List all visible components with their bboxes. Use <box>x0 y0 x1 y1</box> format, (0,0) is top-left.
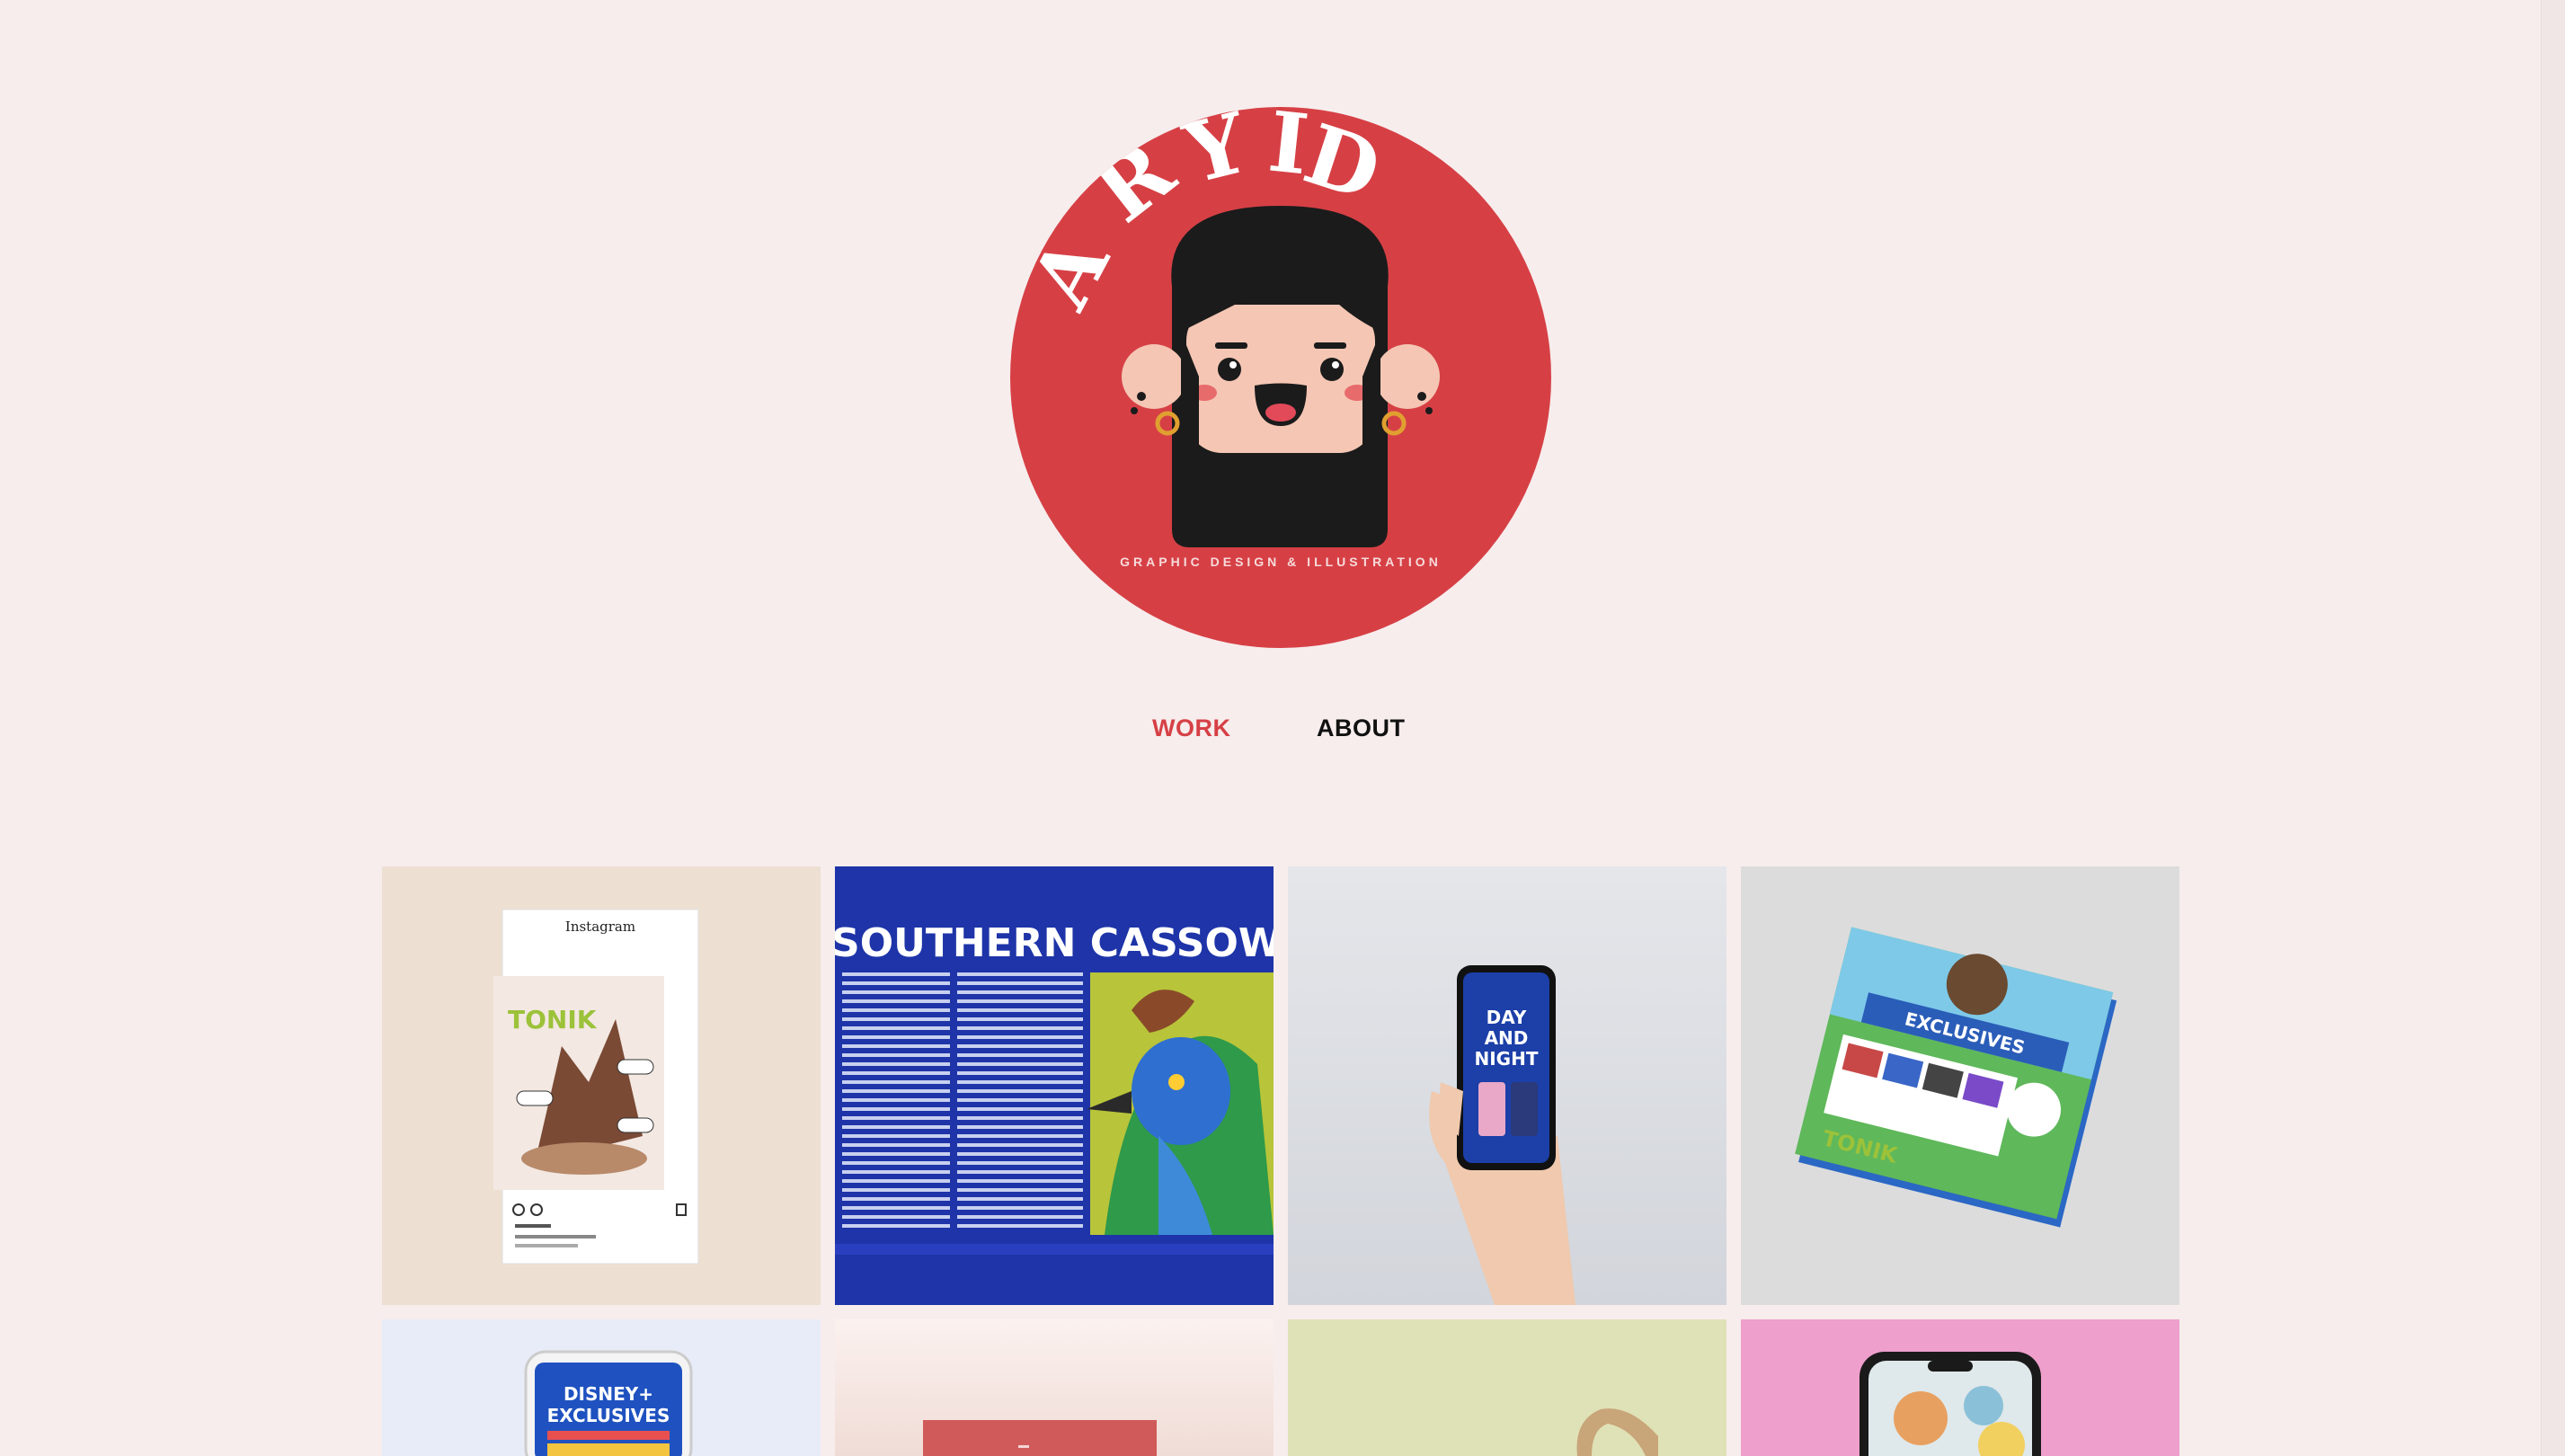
cassowary-spread-artwork: SOUTHERN CASSOWARY <box>835 866 1274 1305</box>
day-text: DAY <box>1487 1007 1527 1028</box>
disney-phone-artwork: DISNEY+ EXCLUSIVES <box>382 1319 821 1456</box>
svg-text:A: A <box>1012 219 1129 324</box>
green-object-artwork <box>1288 1319 1726 1456</box>
exclusives-flyer-artwork: EXCLUSIVES TONIK <box>1741 866 2179 1305</box>
gallery-tile-pink-phone[interactable] <box>1741 1319 2179 1456</box>
red-book-artwork <box>835 1319 1274 1456</box>
brand-logo[interactable]: A R Y I D GRAPHIC DESIGN & ILLUSTRATION <box>1010 107 1551 648</box>
main-nav: WORK ABOUT <box>0 715 2565 750</box>
pink-phone-artwork <box>1741 1319 2179 1456</box>
gallery-tile-tonik-instagram[interactable]: Instagram TONIK <box>382 866 821 1305</box>
night-text: NIGHT <box>1475 1048 1539 1070</box>
tonik-brand-text: TONIK <box>508 1005 598 1034</box>
tonik-instagram-artwork: Instagram TONIK <box>382 866 821 1305</box>
gallery-tile-southern-cassowary[interactable]: SOUTHERN CASSOWARY <box>835 866 1274 1305</box>
gallery-tile-green-object[interactable] <box>1288 1319 1726 1456</box>
cassowary-title: SOUTHERN CASSOWARY <box>835 920 1274 966</box>
nav-work-link[interactable]: WORK <box>1152 715 1230 742</box>
gallery-tile-red-book[interactable] <box>835 1319 1274 1456</box>
gallery-tile-disney-exclusives[interactable]: DISNEY+ EXCLUSIVES <box>382 1319 821 1456</box>
and-text: AND <box>1485 1027 1529 1049</box>
day-night-phone-artwork: DAY AND NIGHT <box>1288 866 1726 1305</box>
logo-tagline: GRAPHIC DESIGN & ILLUSTRATION <box>1120 555 1442 569</box>
gallery-tile-day-and-night[interactable]: DAY AND NIGHT <box>1288 866 1726 1305</box>
svg-text:Y: Y <box>1175 107 1257 203</box>
instagram-wordmark: Instagram <box>565 919 635 935</box>
disney-line1: DISNEY+ <box>564 1383 653 1405</box>
disney-line2: EXCLUSIVES <box>547 1405 670 1426</box>
nav-about-link[interactable]: ABOUT <box>1317 715 1406 742</box>
gallery-tile-exclusives-flyer[interactable]: EXCLUSIVES TONIK <box>1741 866 2179 1305</box>
svg-text:R: R <box>1078 122 1192 242</box>
